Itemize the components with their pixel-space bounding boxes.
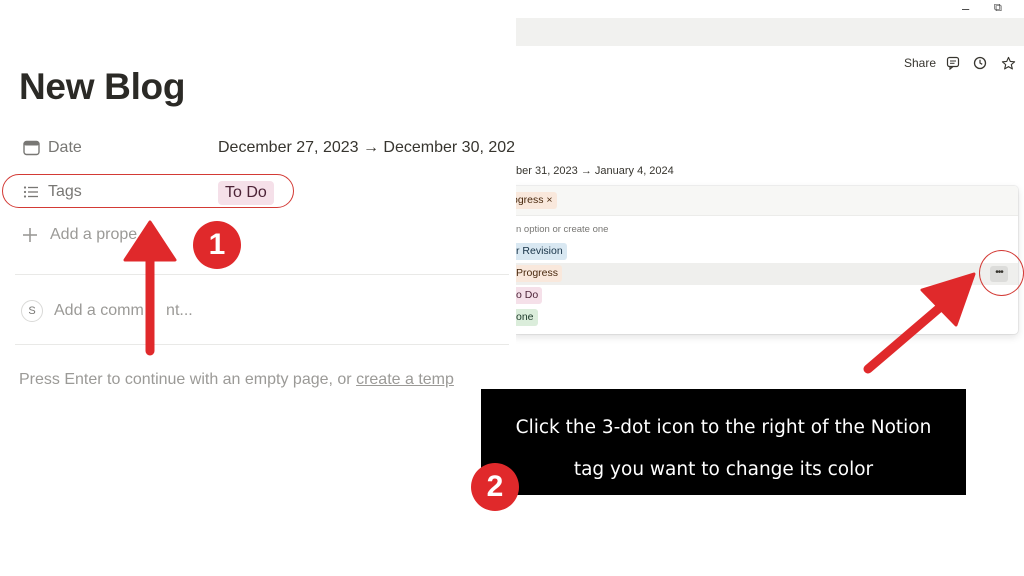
tag-option[interactable]: o Do bbox=[512, 287, 543, 304]
instruction-line-2: tag you want to change its color bbox=[573, 459, 874, 480]
tags-row-highlight bbox=[2, 174, 294, 208]
restore-button[interactable]: ⧉ bbox=[994, 2, 1002, 15]
divider bbox=[15, 344, 509, 345]
calendar-icon bbox=[22, 139, 40, 157]
create-template-link[interactable]: create a temp bbox=[356, 371, 454, 388]
minimize-button[interactable]: – bbox=[962, 1, 969, 16]
comment-icon[interactable] bbox=[945, 55, 961, 71]
step-2-badge: 2 bbox=[471, 463, 519, 511]
tag-option[interactable]: Progress bbox=[512, 265, 563, 282]
date-property-value[interactable]: ber 31, 2023 → January 4, 2024 bbox=[516, 165, 674, 177]
instruction-line-1: Click the 3-dot icon to the right of the… bbox=[515, 417, 932, 438]
up-arrow-annotation bbox=[123, 220, 177, 356]
empty-page-hint-text: Press Enter to continue with an empty pa… bbox=[19, 371, 357, 388]
empty-page-hint: Press Enter to continue with an empty pa… bbox=[19, 371, 454, 389]
diagonal-arrow-annotation bbox=[863, 272, 976, 374]
date-property-value[interactable]: December 27, 2023 → December 30, 202 bbox=[218, 139, 515, 157]
divider bbox=[15, 274, 509, 275]
step-1-badge: 1 bbox=[193, 221, 241, 269]
browser-tab-strip bbox=[516, 18, 1024, 46]
window-titlebar: – ⧉ bbox=[516, 0, 1024, 18]
star-icon[interactable] bbox=[1000, 55, 1016, 71]
more-button-highlight bbox=[979, 250, 1024, 296]
avatar: S bbox=[21, 300, 43, 322]
selected-tag-chip[interactable]: ogress × bbox=[512, 192, 557, 209]
plus-icon bbox=[22, 227, 38, 243]
left-screenshot-panel: New Blog Date December 27, 2023 → Decemb… bbox=[0, 0, 516, 576]
date-property-label: Date bbox=[48, 139, 82, 156]
selected-tags-bar[interactable]: ogress × bbox=[512, 186, 1018, 216]
instruction-callout: Click the 3-dot icon to the right of the… bbox=[481, 389, 966, 495]
share-button[interactable]: Share bbox=[904, 56, 936, 70]
clock-icon[interactable] bbox=[972, 55, 988, 71]
date-property-row[interactable]: Date bbox=[22, 133, 82, 163]
page-title[interactable]: New Blog bbox=[19, 66, 185, 108]
tag-option[interactable]: r Revision bbox=[512, 243, 567, 260]
option-hint: n option or create one bbox=[516, 224, 609, 235]
